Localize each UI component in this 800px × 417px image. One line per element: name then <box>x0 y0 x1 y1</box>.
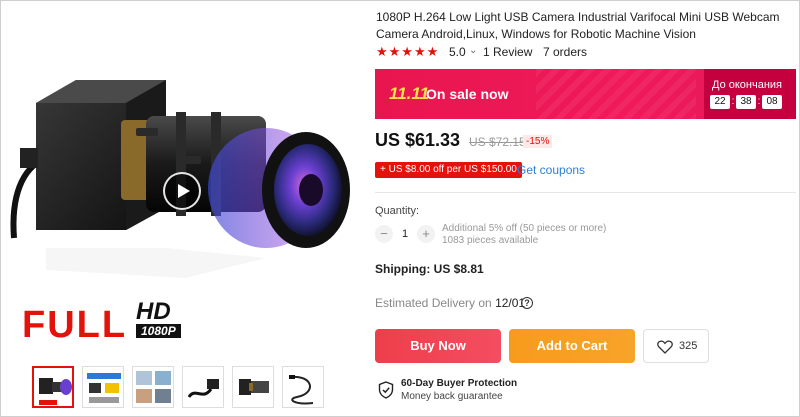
quantity-input[interactable] <box>397 225 413 243</box>
thumbnail-4[interactable] <box>182 366 224 408</box>
protection-subtitle: Money back guarantee <box>401 391 503 402</box>
stock-available: 1083 pieces available <box>442 235 539 246</box>
orders-count: 7 orders <box>543 45 588 59</box>
play-video-button[interactable] <box>163 172 201 210</box>
full-text: FULL <box>22 304 128 346</box>
countdown-label: До окончания <box>712 79 783 91</box>
sale-logo: 11.11 <box>389 84 430 103</box>
countdown-hours: 22 <box>710 95 730 109</box>
chevron-down-icon[interactable]: ⌄ <box>469 45 477 56</box>
resolution-text: 1080P <box>136 324 181 338</box>
rating-value: 5.0 <box>449 45 466 59</box>
heart-icon <box>657 340 673 354</box>
delivery-label: Estimated Delivery on <box>375 296 492 310</box>
thumbnail-3[interactable] <box>132 366 174 408</box>
countdown-timer: До окончания 22 : 38 : 08 <box>704 69 796 119</box>
wishlist-button[interactable]: 325 <box>643 329 709 363</box>
divider <box>375 192 796 193</box>
buy-now-button[interactable]: Buy Now <box>375 329 501 363</box>
coupon-badge: + US $8.00 off per US $150.00 <box>375 162 522 178</box>
original-price: US $72.15 <box>469 135 526 149</box>
sale-banner: 11.11 On sale now До окончания 22 : 38 :… <box>375 69 796 119</box>
current-price: US $61.33 <box>375 130 461 150</box>
thumbnail-6[interactable] <box>282 366 324 408</box>
add-to-cart-button[interactable]: Add to Cart <box>509 329 635 363</box>
rating-stars: ★★★★★ <box>376 44 440 59</box>
banner-pattern <box>536 69 696 119</box>
quantity-decrement-button[interactable]: − <box>375 225 393 243</box>
quantity-note: Additional 5% off (50 pieces or more) 10… <box>442 223 606 247</box>
sale-text: On sale now <box>426 86 509 102</box>
countdown-minutes: 38 <box>736 95 756 109</box>
get-coupons-link[interactable]: Get coupons <box>517 163 585 177</box>
hd-text: HD <box>136 298 171 325</box>
quantity-increment-button[interactable]: + <box>417 225 435 243</box>
countdown-seconds: 08 <box>762 95 782 109</box>
shipping-cost: Shipping: US $8.81 <box>375 262 484 276</box>
play-icon <box>178 184 190 198</box>
reviews-link[interactable]: 1 Review <box>483 45 532 59</box>
thumbnail-2[interactable] <box>82 366 124 408</box>
protection-title: 60-Day Buyer Protection <box>401 378 518 389</box>
bulk-discount-note: Additional 5% off (50 pieces or more) <box>442 223 607 234</box>
estimated-delivery: Estimated Delivery on 12/01 ? <box>375 296 533 312</box>
help-icon[interactable]: ? <box>521 297 533 309</box>
product-title: 1080P H.264 Low Light USB Camera Industr… <box>376 10 780 41</box>
quantity-label: Quantity: <box>375 205 420 217</box>
thumbnail-5[interactable] <box>232 366 274 408</box>
discount-badge: -15% <box>523 135 553 148</box>
product-main-image[interactable]: FULL HD 1080P <box>6 8 352 358</box>
thumbnail-1[interactable] <box>32 366 74 408</box>
shield-check-icon <box>378 381 394 399</box>
wishlist-count: 325 <box>679 340 698 352</box>
